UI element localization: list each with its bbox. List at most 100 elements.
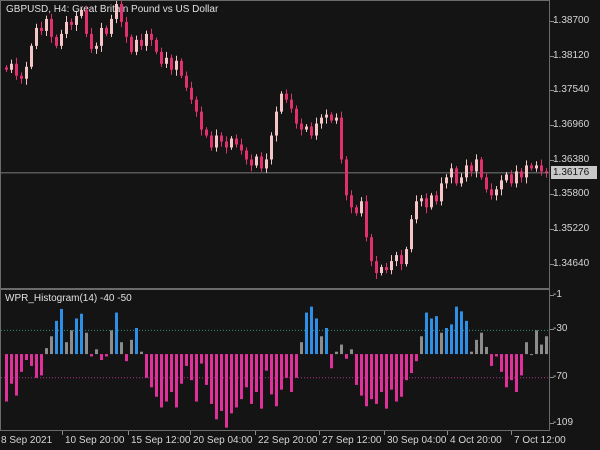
- candle: [455, 166, 458, 186]
- histogram-bar: [150, 354, 153, 388]
- candle: [420, 195, 423, 207]
- candle: [95, 42, 98, 54]
- histogram-bar: [240, 354, 243, 400]
- histogram-bar: [515, 354, 518, 393]
- time-axis-label: 30 Sep 04:00: [387, 435, 447, 446]
- candle: [490, 183, 493, 200]
- histogram-bar: [40, 354, 43, 376]
- histogram-bar: [60, 308, 63, 355]
- candle: [175, 55, 178, 76]
- histogram-bar: [340, 344, 343, 355]
- candle: [340, 111, 343, 164]
- histogram-bar: [470, 351, 473, 355]
- time-tick-mark: [255, 431, 256, 435]
- time-tick-mark: [62, 431, 63, 435]
- time-axis-label: 10 Sep 20:00: [65, 435, 125, 446]
- histogram-bar: [440, 332, 443, 355]
- histogram-bar: [520, 354, 523, 376]
- time-axis-label: 22 Sep 20:00: [258, 435, 318, 446]
- candle: [110, 14, 113, 38]
- histogram-bar: [505, 354, 508, 388]
- candle: [370, 233, 373, 267]
- candle: [415, 195, 418, 224]
- candle: [535, 161, 538, 172]
- histogram-bar: [265, 354, 268, 371]
- candle: [460, 173, 463, 187]
- histogram-bar: [325, 327, 328, 355]
- candle: [270, 132, 273, 165]
- histogram-bar: [255, 354, 258, 393]
- histogram-bar: [335, 351, 338, 355]
- histogram-bar: [395, 354, 398, 402]
- candle: [485, 173, 488, 193]
- candlestick-chart[interactable]: [1, 1, 549, 288]
- current-price-label: 1.36176: [551, 165, 597, 179]
- candle: [465, 159, 468, 182]
- candle: [400, 250, 403, 271]
- histogram-bar: [95, 349, 98, 355]
- histogram-bar: [350, 349, 353, 355]
- wpr-histogram-chart[interactable]: [1, 290, 549, 430]
- histogram-bar: [220, 354, 223, 412]
- histogram-bar: [80, 313, 83, 355]
- candle: [180, 58, 183, 79]
- histogram-bar: [230, 354, 233, 414]
- histogram-bar: [70, 330, 73, 355]
- histogram-bar: [260, 354, 263, 409]
- candle: [75, 10, 78, 31]
- indicator-tick-label: -109: [553, 417, 574, 429]
- histogram-bar: [135, 327, 138, 355]
- candle: [345, 156, 348, 201]
- candle: [500, 175, 503, 196]
- price-chart-panel[interactable]: GBPUSD, H4: Great Britain Pound vs US Do…: [0, 0, 550, 289]
- indicator-panel[interactable]: WPR_Histogram(14) -40 -50: [0, 289, 550, 431]
- candle: [40, 21, 43, 36]
- histogram-bar: [415, 354, 418, 362]
- histogram-bar: [20, 354, 23, 372]
- histogram-bar: [435, 316, 438, 355]
- time-axis-label: 27 Sep 12:00: [322, 435, 382, 446]
- histogram-bar: [495, 354, 498, 357]
- candle: [380, 264, 383, 276]
- candle: [330, 112, 333, 123]
- candle: [445, 174, 448, 189]
- candle: [425, 193, 428, 214]
- histogram-bar: [360, 354, 363, 396]
- histogram-bar: [100, 354, 103, 360]
- candle: [130, 34, 133, 55]
- price-tick-label: 1.35800: [553, 188, 590, 200]
- histogram-bar: [405, 354, 408, 381]
- histogram-bar: [285, 354, 288, 378]
- candle: [360, 197, 363, 217]
- histogram-bar: [355, 354, 358, 385]
- candle: [250, 154, 253, 172]
- histogram-bar: [460, 311, 463, 355]
- histogram-bar: [75, 318, 78, 355]
- histogram-bar: [370, 354, 373, 400]
- candle: [315, 117, 318, 140]
- price-scale[interactable]: 1.38700 1.38120 1.37540 1.36960 1.36380 1.358…: [550, 0, 600, 289]
- histogram-bar: [55, 320, 58, 355]
- histogram-bar: [170, 354, 173, 393]
- candle: [520, 168, 523, 183]
- histogram-bar: [35, 354, 38, 378]
- histogram-bar: [380, 354, 383, 393]
- time-axis-label: 7 Oct 12:00: [514, 435, 566, 446]
- histogram-bar: [330, 354, 333, 369]
- time-axis: 8 Sep 2021 10 Sep 20:00 15 Sep 12:00 20 Sep…: [0, 431, 600, 450]
- histogram-bar: [30, 354, 33, 366]
- indicator-tick-label: -30: [553, 323, 568, 335]
- price-tick-label: 1.38700: [553, 14, 590, 26]
- histogram-bar: [320, 336, 323, 355]
- indicator-tick-label: -1: [553, 288, 562, 300]
- candle: [480, 157, 483, 180]
- time-tick-mark: [511, 431, 512, 435]
- histogram-bar: [430, 318, 433, 355]
- candle: [450, 163, 453, 184]
- candle: [240, 138, 243, 155]
- candle: [45, 15, 48, 36]
- histogram-bar: [300, 342, 303, 355]
- histogram-bar: [535, 330, 538, 355]
- candle: [295, 105, 298, 129]
- histogram-bar: [105, 354, 108, 357]
